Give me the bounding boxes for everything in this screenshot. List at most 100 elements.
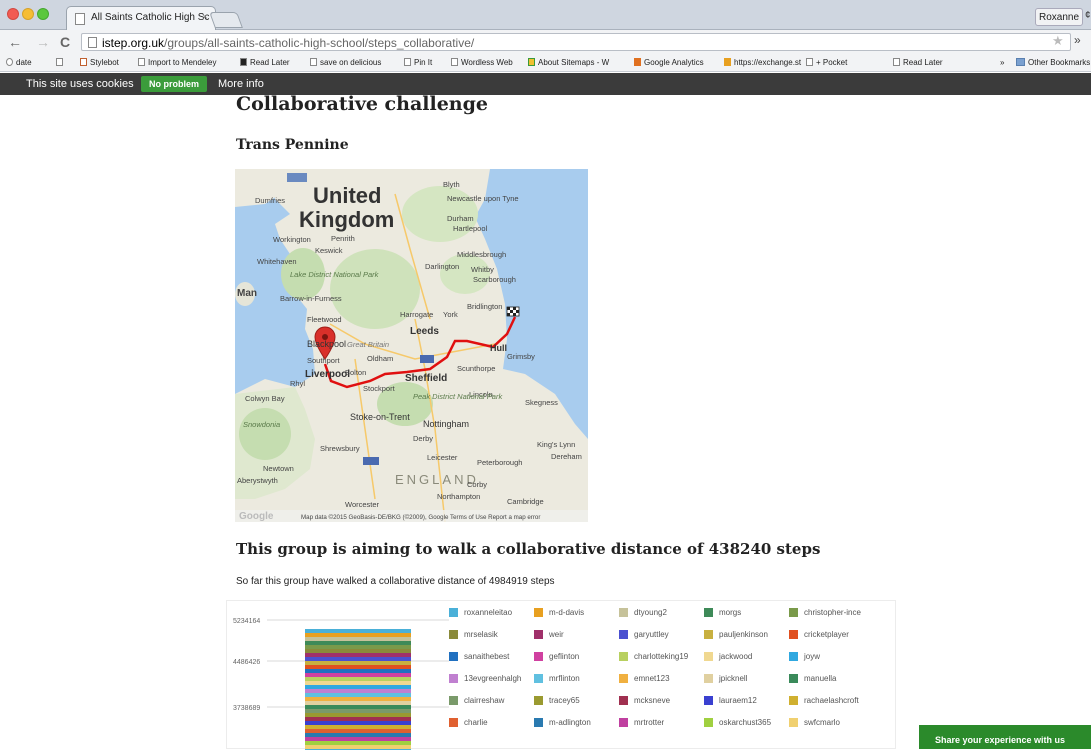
map-town-label: Great Britain [347, 340, 389, 349]
legend-item[interactable]: christopher-ince [789, 604, 874, 620]
minimize-window-button[interactable] [22, 8, 34, 20]
map-town-label: Southport [307, 356, 340, 365]
bar-segment[interactable] [305, 685, 411, 689]
legend-item[interactable]: m-adlington [534, 714, 619, 730]
browser-tab-active[interactable]: All Saints Catholic High Sc × [66, 6, 216, 30]
bar-segment[interactable] [305, 741, 411, 745]
bar-segment[interactable] [305, 701, 411, 705]
bookmarks-overflow[interactable]: » [1000, 58, 1004, 67]
legend-item[interactable]: mcksneve [619, 692, 704, 708]
legend-item[interactable]: sanaithebest [449, 648, 534, 664]
reload-icon[interactable]: C [60, 34, 70, 50]
bookmark-item[interactable]: About Sitemaps - W [528, 58, 609, 67]
bar-segment[interactable] [305, 693, 411, 697]
bar-segment[interactable] [305, 657, 411, 661]
bookmark-item[interactable]: Read Later [240, 58, 290, 67]
bar-segment[interactable] [305, 645, 411, 649]
bookmark-item[interactable]: + Pocket [806, 58, 847, 67]
forward-arrow-icon[interactable]: → [36, 34, 50, 50]
legend-item[interactable]: oskarchust365 [704, 714, 789, 730]
bar-segment[interactable] [305, 673, 411, 677]
bookmark-item[interactable]: save on delicious [310, 58, 381, 67]
legend-item[interactable]: mrtrotter [619, 714, 704, 730]
zoom-window-button[interactable] [37, 8, 49, 20]
bar-segment[interactable] [305, 705, 411, 709]
bar-segment[interactable] [305, 729, 411, 733]
bar-segment[interactable] [305, 697, 411, 701]
legend-item[interactable]: m-d-davis [534, 604, 619, 620]
new-tab-button[interactable] [209, 12, 243, 28]
legend-item[interactable]: clairreshaw [449, 692, 534, 708]
bar-segment[interactable] [305, 681, 411, 685]
legend-item[interactable]: garyuttley [619, 626, 704, 642]
bar-segment[interactable] [305, 709, 411, 713]
bookmark-item[interactable]: https://exchange.st [724, 58, 801, 67]
address-bar[interactable]: istep.org.uk/groups/all-saints-catholic-… [81, 33, 1071, 51]
back-arrow-icon[interactable]: ← [8, 34, 22, 50]
bar-segment[interactable] [305, 649, 411, 653]
legend-item[interactable]: charlotteking19 [619, 648, 704, 664]
bar-segment[interactable] [305, 669, 411, 673]
bookmark-item[interactable]: Pin It [404, 58, 432, 67]
legend-item[interactable]: geflinton [534, 648, 619, 664]
other-bookmarks[interactable]: Other Bookmarks [1016, 58, 1090, 67]
bar-segment[interactable] [305, 629, 411, 633]
legend-item[interactable]: charlie [449, 714, 534, 730]
bar-segment[interactable] [305, 713, 411, 717]
cookie-accept-button[interactable]: No problem [141, 76, 208, 92]
legend-label: mrselasik [464, 629, 498, 639]
bookmark-item[interactable]: Wordless Web [451, 58, 513, 67]
bookmark-item[interactable]: Stylebot [80, 58, 119, 67]
legend-item[interactable]: pauljenkinson [704, 626, 789, 642]
legend-item[interactable]: emnet123 [619, 670, 704, 686]
legend-item[interactable]: 13evgreenhalgh [449, 670, 534, 686]
bar-segment[interactable] [305, 661, 411, 665]
map-attribution[interactable]: Map data ©2015 GeoBasis-DE/BKG (©2009), … [301, 514, 540, 521]
profile-button[interactable]: Roxanne [1035, 8, 1083, 26]
map-town-label: Derby [413, 434, 433, 443]
legend-item[interactable]: cricketplayer [789, 626, 874, 642]
close-window-button[interactable] [7, 8, 19, 20]
bookmark-star-icon[interactable]: ★ [1052, 33, 1064, 49]
legend-item[interactable]: joyw [789, 648, 874, 664]
bookmark-item[interactable]: Import to Mendeley [138, 58, 216, 67]
bookmark-item[interactable] [56, 58, 66, 67]
share-experience-button[interactable]: Share your experience with us [919, 725, 1091, 749]
tab-close-icon[interactable]: × [202, 12, 208, 23]
bar-segment[interactable] [305, 653, 411, 657]
legend-item[interactable]: dtyoung2 [619, 604, 704, 620]
y-tick-label: 5234164 [233, 618, 260, 625]
bar-segment[interactable] [305, 717, 411, 721]
legend-item[interactable]: lauraem12 [704, 692, 789, 708]
legend-item[interactable]: manuella [789, 670, 874, 686]
legend-label: emnet123 [634, 673, 670, 683]
legend-item[interactable]: jackwood [704, 648, 789, 664]
legend-item[interactable]: weir [534, 626, 619, 642]
bookmark-item[interactable]: Google Analytics [634, 58, 704, 67]
bar-segment[interactable] [305, 633, 411, 637]
legend-item[interactable]: roxanneleitao [449, 604, 534, 620]
legend-item[interactable]: rachaelashcroft [789, 692, 874, 708]
bar-segment[interactable] [305, 733, 411, 737]
bar-segment[interactable] [305, 689, 411, 693]
legend-item[interactable]: jpicknell [704, 670, 789, 686]
legend-swatch [704, 717, 713, 727]
extensions-icon[interactable]: » [1074, 33, 1081, 47]
bar-segment[interactable] [305, 665, 411, 669]
legend-item[interactable]: mrflinton [534, 670, 619, 686]
bar-segment[interactable] [305, 725, 411, 729]
bar-segment[interactable] [305, 677, 411, 681]
cookie-more-info-link[interactable]: More info [218, 78, 264, 90]
legend-item[interactable]: morgs [704, 604, 789, 620]
route-map[interactable]: United Kingdom Man ENGLAND Blyth Newcast… [235, 169, 588, 522]
bar-segment[interactable] [305, 721, 411, 725]
bar-segment[interactable] [305, 737, 411, 741]
bookmark-item[interactable]: date [6, 58, 32, 67]
bookmark-item[interactable]: Read Later [893, 58, 943, 67]
bar-segment[interactable] [305, 745, 411, 749]
legend-item[interactable]: swfcmarlo [789, 714, 874, 730]
legend-item[interactable]: mrselasik [449, 626, 534, 642]
bar-segment[interactable] [305, 637, 411, 641]
legend-item[interactable]: tracey65 [534, 692, 619, 708]
bar-segment[interactable] [305, 641, 411, 645]
